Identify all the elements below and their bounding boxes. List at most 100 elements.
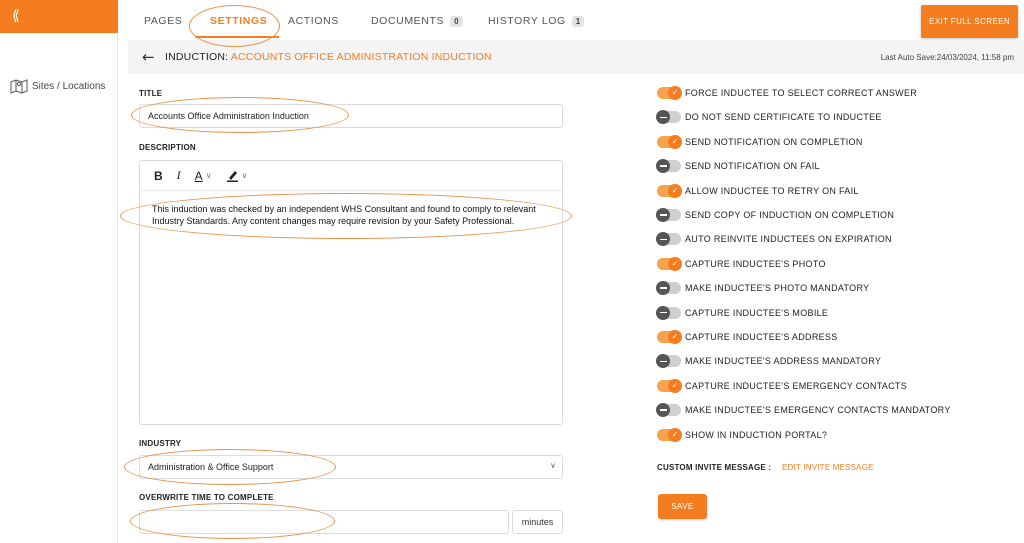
setting-toggle-label: SHOW IN INDUCTION PORTAL? [685, 429, 828, 440]
toggle-switch-on[interactable]: ✓ [657, 86, 682, 100]
italic-button[interactable]: I [177, 168, 181, 183]
setting-toggle-label: CAPTURE INDUCTEE'S MOBILE [685, 307, 829, 318]
highlight-button[interactable]: ∨ [226, 169, 248, 182]
toggle-switch-off[interactable] [656, 354, 681, 369]
setting-toggle-row[interactable]: ✓ CAPTURE INDUCTEE'S PHOTO [657, 256, 826, 272]
double-chevron-left-icon: ⟪ [12, 8, 20, 24]
save-button[interactable]: SAVE [658, 494, 707, 519]
setting-toggle-label: CAPTURE INDUCTEE'S PHOTO [685, 258, 826, 269]
page-header: ← INDUCTION: ACCOUNTS OFFICE ADMINISTRAT… [128, 40, 1024, 74]
minutes-unit-label: minutes [512, 510, 563, 534]
setting-toggle-row[interactable]: MAKE INDUCTEE'S PHOTO MANDATORY [656, 280, 869, 296]
sidebar-item-sites-locations[interactable]: Sites / Locations [0, 74, 118, 98]
sidebar: ⟪ Sites / Locations [0, 0, 118, 543]
tab-label: DOCUMENTS [371, 15, 445, 27]
edit-invite-message-link[interactable]: EDIT INVITE MESSAGE [782, 463, 874, 472]
minus-icon [656, 232, 670, 247]
toggle-switch-off[interactable] [656, 281, 681, 296]
bold-button[interactable]: B [154, 169, 163, 183]
setting-toggle-label: SEND NOTIFICATION ON COMPLETION [685, 136, 863, 147]
toggle-switch-on[interactable]: ✓ [657, 183, 682, 198]
chevron-down-icon: ∨ [550, 461, 556, 470]
toggle-switch-off[interactable] [656, 305, 681, 320]
exit-full-screen-button[interactable]: EXIT FULL SCREEN [921, 5, 1018, 38]
chevron-down-icon: ∨ [241, 171, 248, 180]
tab-settings[interactable]: SETTINGS [210, 15, 267, 27]
setting-toggle-row[interactable]: MAKE INDUCTEE'S ADDRESS MANDATORY [656, 353, 882, 369]
toggle-switch-off[interactable] [656, 159, 681, 174]
checkmark-icon: ✓ [668, 256, 682, 271]
toggle-switch-on[interactable]: ✓ [657, 134, 682, 149]
setting-toggle-row[interactable]: ✓ CAPTURE INDUCTEE'S ADDRESS [657, 329, 838, 345]
toggle-switch-on[interactable]: ✓ [657, 256, 682, 271]
setting-toggle-label: SEND NOTIFICATION ON FAIL [685, 161, 820, 172]
setting-toggle-row[interactable]: AUTO REINVITE INDUCTEES ON EXPIRATION [656, 231, 892, 247]
setting-toggle-row[interactable]: ✓ ALLOW INDUCTEE TO RETRY ON FAIL [657, 183, 859, 199]
tab-label: ACTIONS [288, 15, 339, 27]
description-editor: B I A ∨ ∨ This induction was checked by … [139, 160, 563, 425]
minus-icon [656, 305, 670, 320]
toggle-switch-on[interactable]: ✓ [657, 330, 682, 344]
setting-toggle-row[interactable]: ✓ SEND NOTIFICATION ON COMPLETION [657, 134, 863, 150]
setting-toggle-label: FORCE INDUCTEE TO SELECT CORRECT ANSWER [685, 88, 918, 98]
setting-toggle-row[interactable]: SEND COPY OF INDUCTION ON COMPLETION [656, 207, 895, 223]
minus-icon [656, 354, 670, 369]
description-label: DESCRIPTION [139, 143, 196, 152]
checkmark-icon: ✓ [668, 378, 682, 393]
page-title-prefix: INDUCTION: [165, 51, 231, 63]
checkmark-icon: ✓ [668, 183, 682, 198]
count-badge: 1 [571, 15, 585, 27]
chevron-down-icon: ∨ [205, 171, 212, 180]
minus-icon [656, 110, 670, 125]
minus-icon [656, 403, 670, 418]
custom-invite-label: CUSTOM INVITE MESSAGE : [657, 463, 772, 472]
setting-toggle-label: CAPTURE INDUCTEE'S ADDRESS [685, 332, 838, 342]
setting-toggle-label: AUTO REINVITE INDUCTEES ON EXPIRATION [685, 234, 892, 245]
map-icon [10, 79, 28, 94]
toggle-switch-off[interactable] [656, 232, 681, 247]
title-label: TITLE [139, 89, 163, 98]
tab-history-log[interactable]: HISTORY LOG 1 [488, 15, 585, 27]
title-input[interactable]: Accounts Office Administration Induction [139, 104, 563, 128]
checkmark-icon: ✓ [668, 427, 682, 442]
checkmark-icon: ✓ [668, 330, 682, 344]
toggle-switch-off[interactable] [656, 110, 681, 125]
induction-name: ACCOUNTS OFFICE ADMINISTRATION INDUCTION [230, 51, 492, 63]
minus-icon [656, 281, 670, 296]
setting-toggle-row[interactable]: SEND NOTIFICATION ON FAIL [656, 158, 820, 174]
minus-icon [656, 208, 670, 222]
overwrite-time-input[interactable] [139, 510, 509, 534]
toggle-switch-on[interactable]: ✓ [657, 427, 682, 442]
setting-toggle-row[interactable]: ✓ CAPTURE INDUCTEE'S EMERGENCY CONTACTS [657, 378, 907, 394]
page-title: INDUCTION: ACCOUNTS OFFICE ADMINISTRATIO… [165, 51, 492, 63]
setting-toggle-row[interactable]: DO NOT SEND CERTIFICATE TO INDUCTEE [656, 109, 882, 125]
back-arrow-icon[interactable]: ← [142, 48, 155, 66]
overwrite-time-label: OVERWRITE TIME TO COMPLETE [139, 493, 274, 502]
toggle-switch-on[interactable]: ✓ [657, 378, 682, 393]
setting-toggle-row[interactable]: MAKE INDUCTEE'S EMERGENCY CONTACTS MANDA… [656, 402, 951, 418]
tab-documents[interactable]: DOCUMENTS 0 [371, 15, 463, 27]
sidebar-collapse-button[interactable]: ⟪ [0, 0, 118, 33]
tab-pages[interactable]: PAGES [144, 15, 182, 27]
active-tab-indicator [195, 36, 279, 38]
description-text[interactable]: This induction was checked by an indepen… [152, 203, 552, 227]
highlighter-icon [226, 171, 238, 182]
setting-toggle-label: SEND COPY OF INDUCTION ON COMPLETION [685, 210, 895, 220]
setting-toggle-label: DO NOT SEND CERTIFICATE TO INDUCTEE [685, 112, 882, 123]
minus-icon [656, 159, 670, 174]
tab-actions[interactable]: ACTIONS [288, 15, 339, 27]
setting-toggle-row[interactable]: CAPTURE INDUCTEE'S MOBILE [656, 305, 829, 321]
text-color-button[interactable]: A ∨ [195, 169, 212, 183]
industry-select[interactable]: Administration & Office Support ∨ [139, 455, 563, 479]
toggle-switch-off[interactable] [656, 208, 681, 222]
sidebar-item-label: Sites / Locations [32, 80, 106, 92]
setting-toggle-row[interactable]: ✓ FORCE INDUCTEE TO SELECT CORRECT ANSWER [657, 85, 917, 101]
setting-toggle-label: CAPTURE INDUCTEE'S EMERGENCY CONTACTS [685, 380, 908, 391]
toggle-switch-off[interactable] [656, 403, 681, 418]
editor-toolbar: B I A ∨ ∨ [140, 161, 562, 191]
setting-toggle-label: MAKE INDUCTEE'S EMERGENCY CONTACTS MANDA… [685, 405, 951, 416]
count-badge: 0 [450, 15, 463, 27]
setting-toggle-row[interactable]: ✓ SHOW IN INDUCTION PORTAL? [657, 427, 827, 443]
setting-toggle-label: MAKE INDUCTEE'S ADDRESS MANDATORY [685, 356, 882, 367]
tab-label: SETTINGS [210, 15, 268, 27]
